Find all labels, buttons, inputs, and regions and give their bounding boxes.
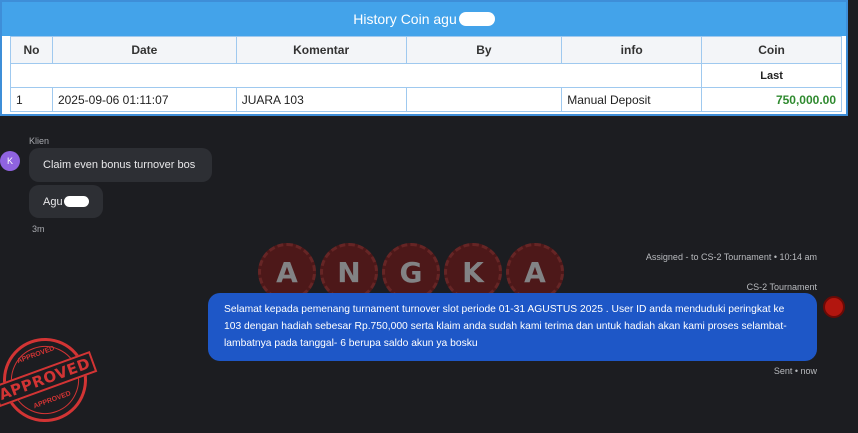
cell-by bbox=[405, 87, 563, 112]
history-title-text: History Coin agu bbox=[353, 11, 457, 27]
client-avatar: K bbox=[0, 151, 20, 171]
cell-no: 1 bbox=[10, 87, 53, 112]
table-row: 1 2025-09-06 01:11:07 JUARA 103 Manual D… bbox=[10, 87, 842, 112]
cell-date: 2025-09-06 01:11:07 bbox=[51, 87, 237, 112]
assigned-status: Assigned - to CS-2 Tournament • 10:14 am bbox=[645, 252, 817, 262]
col-date: Date bbox=[51, 36, 237, 64]
sent-status: Sent • now bbox=[773, 366, 817, 376]
col-by: By bbox=[405, 36, 563, 64]
incoming-timestamp: 3m bbox=[32, 224, 45, 234]
history-title: History Coin agu bbox=[2, 2, 846, 36]
col-coin: Coin bbox=[701, 36, 842, 64]
redaction-mask bbox=[458, 12, 495, 26]
table-header-row: No Date Komentar By info Coin bbox=[10, 36, 842, 64]
approved-stamp: APPROVED APPROVED APPROVED bbox=[0, 326, 99, 433]
col-info: info bbox=[561, 36, 703, 64]
history-coin-panel: History Coin agu No Date Komentar By inf… bbox=[0, 0, 848, 116]
last-label: Last bbox=[701, 63, 842, 88]
outgoing-message-text: Selamat kepada pemenang turnament turnov… bbox=[224, 304, 787, 349]
incoming-message[interactable]: Claim even bonus turnover bos bbox=[29, 148, 212, 182]
agent-name: CS-2 Tournament bbox=[746, 282, 817, 292]
col-no: No bbox=[10, 36, 53, 64]
history-table: No Date Komentar By info Coin Last 1 202… bbox=[9, 36, 842, 112]
cell-komentar: JUARA 103 bbox=[235, 87, 407, 112]
incoming-message-text: Claim even bonus turnover bos bbox=[43, 159, 196, 171]
last-spacer bbox=[9, 63, 703, 88]
cell-coin: 750,000.00 bbox=[701, 87, 842, 112]
sender-label: Klien bbox=[29, 136, 50, 146]
last-row: Last bbox=[9, 63, 842, 88]
incoming-message-text: Agu bbox=[43, 195, 63, 208]
col-komentar: Komentar bbox=[235, 36, 407, 64]
agent-avatar bbox=[823, 296, 845, 318]
redaction-mask bbox=[63, 196, 89, 207]
cell-info: Manual Deposit bbox=[561, 87, 703, 112]
outgoing-message[interactable]: Selamat kepada pemenang turnament turnov… bbox=[208, 293, 817, 361]
incoming-message[interactable]: Agu bbox=[29, 185, 103, 218]
